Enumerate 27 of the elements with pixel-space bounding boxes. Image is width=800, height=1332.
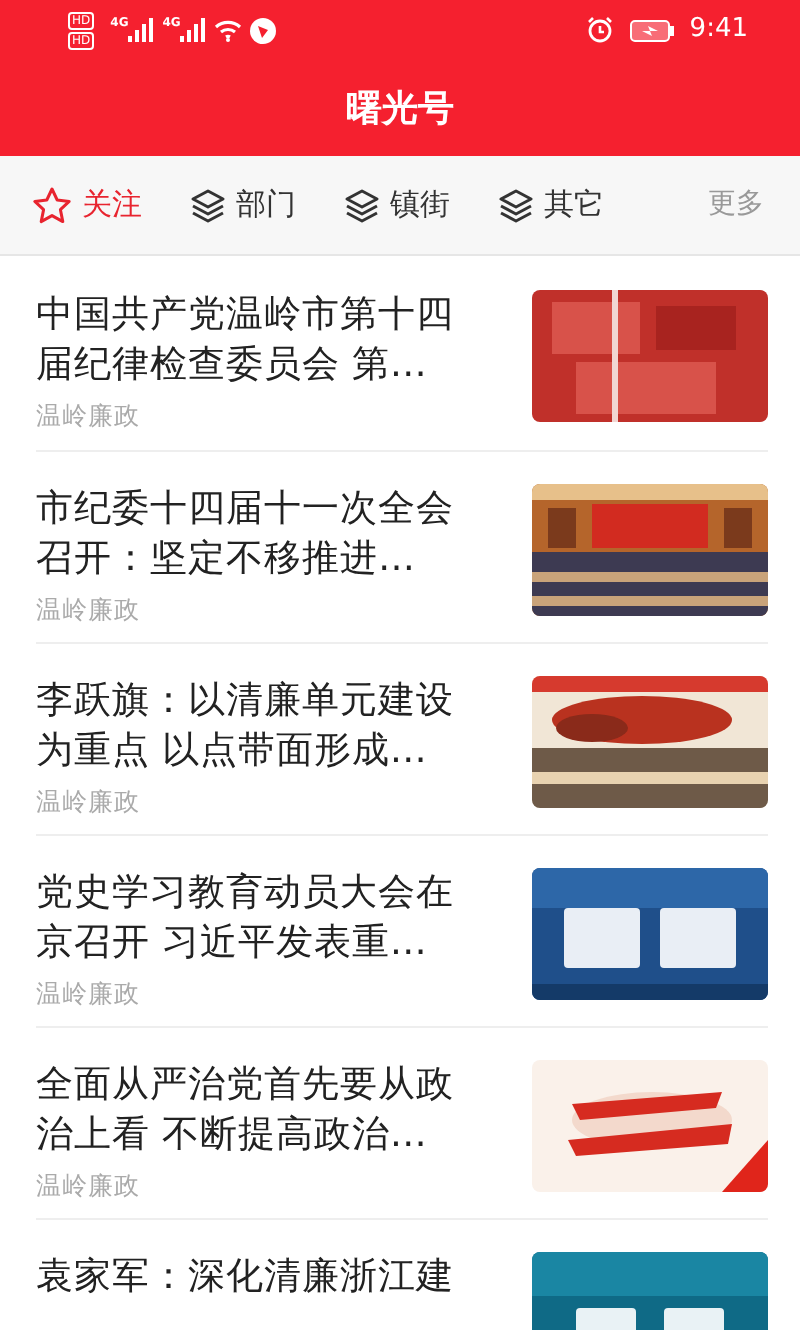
layers-icon bbox=[344, 187, 380, 223]
article-source: 温岭廉政 bbox=[36, 976, 142, 1012]
category-tab[interactable]: 关注 bbox=[32, 182, 142, 228]
article-source: 温岭廉政 bbox=[36, 784, 142, 820]
article-source: 温岭廉政 bbox=[36, 398, 142, 434]
wifi-icon bbox=[214, 18, 243, 42]
category-tab[interactable]: 部门 bbox=[190, 182, 296, 228]
category-tab[interactable]: 其它 bbox=[498, 182, 604, 228]
signal-icon bbox=[180, 18, 207, 42]
article-title[interactable]: 党史学习教育动员大会在京召开 习近平发表重… bbox=[36, 868, 466, 968]
article-title[interactable]: 中国共产党温岭市第十四届纪律检查委员会 第… bbox=[36, 290, 466, 390]
article-title[interactable]: 李跃旗：以清廉单元建设为重点 以点带面形成… bbox=[36, 676, 466, 776]
clock-time: 9:41 bbox=[689, 12, 748, 49]
layers-icon bbox=[190, 187, 226, 223]
article-title[interactable]: 全面从严治党首先要从政治上看 不断提高政治… bbox=[36, 1060, 466, 1160]
article-source: 温岭廉政 bbox=[36, 1168, 142, 1204]
alarm-icon bbox=[585, 16, 614, 44]
article-title[interactable]: 袁家军：深化清廉浙江建 bbox=[36, 1252, 466, 1302]
category-tab[interactable]: 镇街 bbox=[344, 182, 450, 228]
layers-icon bbox=[498, 187, 534, 223]
app-title: 曙光号 bbox=[346, 85, 454, 133]
article-title[interactable]: 市纪委十四届十一次全会召开：坚定不移推进… bbox=[36, 484, 466, 584]
article-source: 温岭廉政 bbox=[36, 592, 142, 628]
notification-icon bbox=[250, 17, 277, 43]
battery-icon bbox=[629, 19, 674, 41]
star-icon bbox=[32, 185, 72, 225]
signal-icon bbox=[128, 18, 155, 42]
